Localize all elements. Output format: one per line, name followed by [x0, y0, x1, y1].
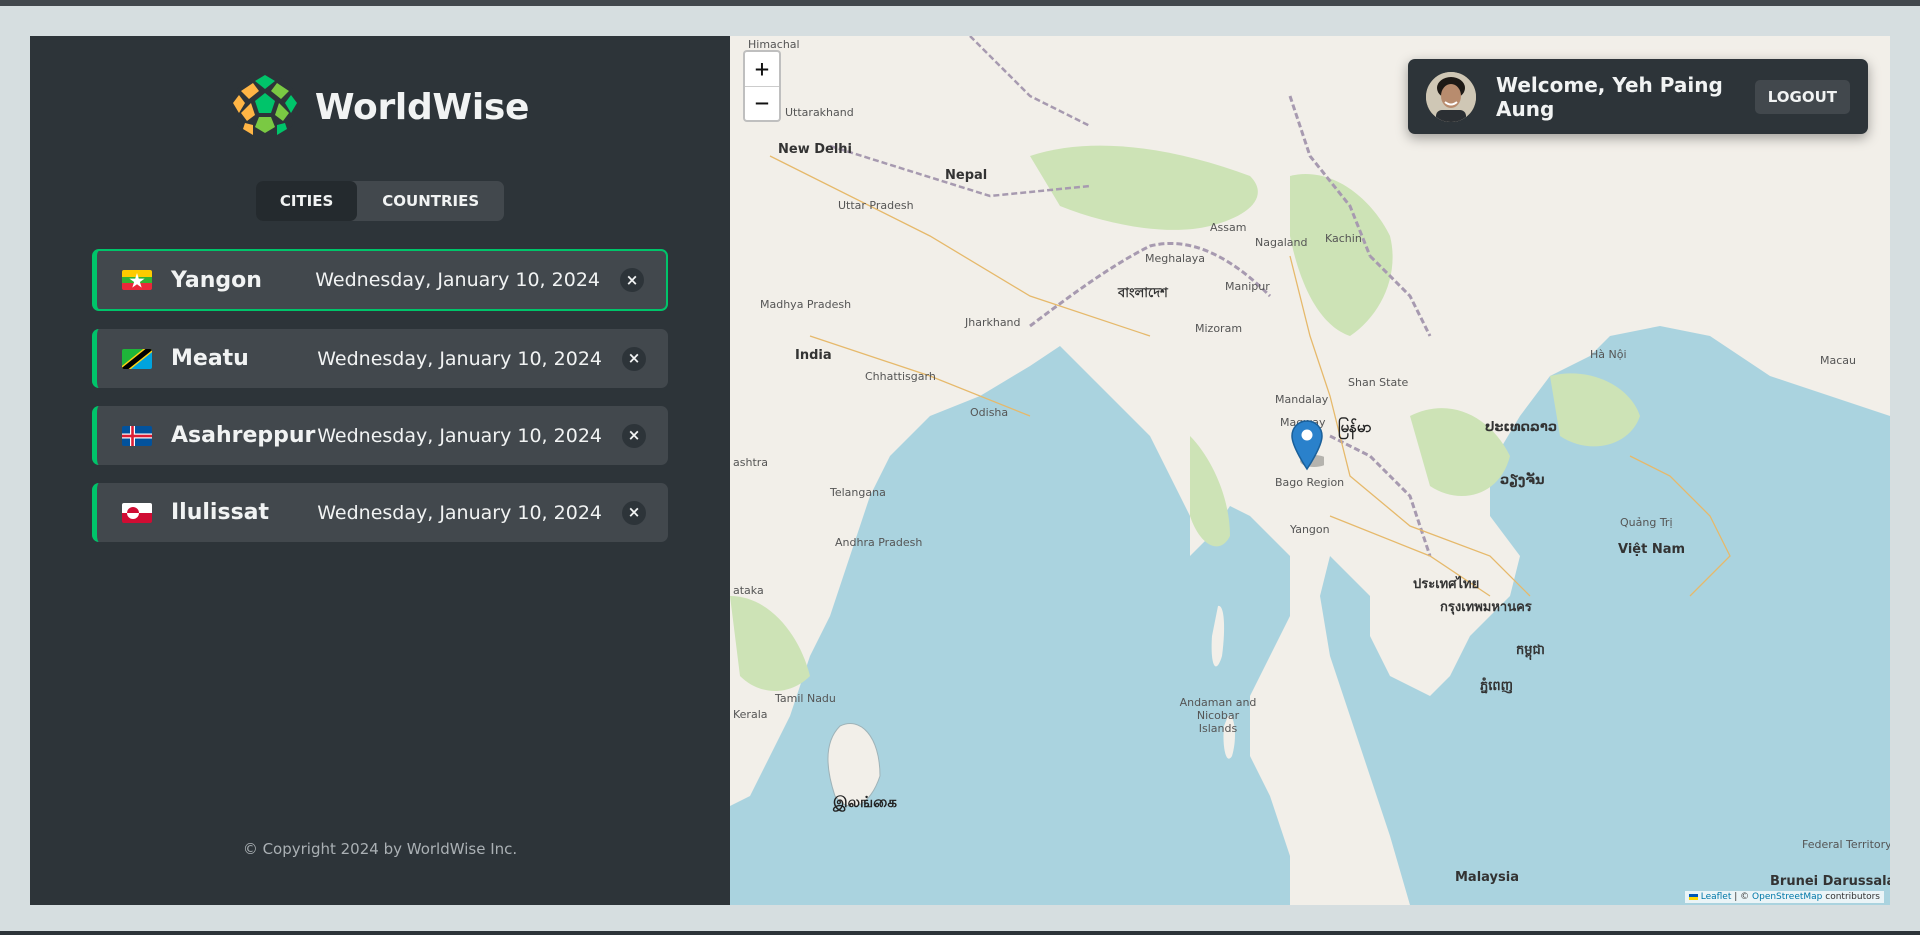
map-label: Jharkhand — [965, 316, 1021, 329]
delete-city-button[interactable]: × — [620, 268, 644, 292]
view-tabs: CITIES COUNTRIES — [255, 181, 505, 221]
user-panel: Welcome, Yeh Paing Aung LOGOUT — [1408, 59, 1868, 134]
map-label: မြန်မာ — [1338, 418, 1372, 436]
map-label: Andhra Pradesh — [835, 536, 923, 549]
city-date: Wednesday, January 10, 2024 — [317, 424, 602, 447]
map-label: Nagaland — [1255, 236, 1308, 249]
location-marker-icon[interactable] — [1290, 419, 1324, 471]
zoom-in-button[interactable]: + — [745, 52, 779, 87]
map-label: ວຽງຈັນ — [1500, 473, 1545, 488]
app-name: WorldWise — [314, 86, 530, 128]
map-container[interactable]: Himachal Uttarakhand New Delhi Nepal Utt… — [730, 36, 1890, 905]
map-label: Brunei Darussalam — [1770, 874, 1890, 889]
tab-countries[interactable]: COUNTRIES — [357, 181, 504, 221]
map-label: Việt Nam — [1618, 542, 1686, 557]
map-attribution: Leaflet | © OpenStreetMap contributors — [1684, 891, 1884, 903]
map-label: ປະເທດລາວ — [1485, 420, 1558, 435]
map-label: Bago Region — [1275, 476, 1345, 489]
map-label: ataka — [733, 584, 764, 597]
city-item-asahreppur[interactable]: Asahreppur Wednesday, January 10, 2024 × — [92, 406, 668, 465]
tanzania-flag-icon — [122, 348, 152, 369]
map-label: Uttar Pradesh — [838, 199, 914, 212]
map-label: Quảng Trị — [1620, 516, 1673, 529]
map-label: ashtra — [733, 456, 769, 469]
zoom-control: + − — [743, 50, 781, 122]
copyright-text: © Copyright 2024 by WorldWise Inc. — [242, 840, 518, 858]
map-label: India — [795, 348, 832, 363]
openstreetmap-link[interactable]: OpenStreetMap — [1752, 892, 1822, 902]
map-label: Shan State — [1348, 376, 1409, 389]
map-label: កម្ពុជា — [1516, 643, 1545, 658]
tab-cities[interactable]: CITIES — [255, 181, 358, 221]
app-layout: WorldWise CITIES COUNTRIES Yangon Wednes… — [30, 36, 1890, 905]
map-label: Nepal — [945, 168, 988, 183]
map-label: ភ្នំពេញ — [1480, 679, 1514, 694]
window-top-border — [0, 0, 1920, 6]
zoom-out-button[interactable]: − — [745, 87, 779, 121]
sidebar: WorldWise CITIES COUNTRIES Yangon Wednes… — [30, 36, 730, 905]
city-name: Asahreppur — [171, 423, 316, 448]
city-date: Wednesday, January 10, 2024 — [317, 501, 602, 524]
map-label: Mizoram — [1195, 322, 1243, 335]
iceland-flag-icon — [122, 425, 152, 446]
city-name: Meatu — [171, 346, 249, 371]
city-name: Yangon — [171, 267, 262, 293]
map-label: Tamil Nadu — [775, 692, 836, 705]
map-label: Uttarakhand — [785, 106, 854, 119]
map-label: Odisha — [970, 406, 1009, 419]
map-label: இலங்கை — [833, 793, 897, 811]
window-bottom-border — [0, 931, 1920, 935]
myanmar-flag-icon — [122, 270, 152, 290]
logout-button[interactable]: LOGOUT — [1754, 79, 1850, 114]
attribution-contributors: contributors — [1822, 892, 1880, 902]
map-label: Chhattisgarh — [865, 370, 936, 383]
greenland-flag-icon — [122, 502, 152, 523]
city-name: Ilulissat — [171, 500, 270, 525]
globe-logo-icon — [231, 74, 298, 140]
city-item-ilulissat[interactable]: Ilulissat Wednesday, January 10, 2024 × — [92, 483, 668, 542]
map-label: Madhya Pradesh — [760, 298, 852, 311]
map-label: Meghalaya — [1145, 252, 1206, 265]
map-label: Kerala — [733, 708, 768, 721]
delete-city-button[interactable]: × — [622, 346, 646, 371]
city-list: Yangon Wednesday, January 10, 2024 × Mea… — [92, 249, 668, 542]
city-item-meatu[interactable]: Meatu Wednesday, January 10, 2024 × — [92, 329, 668, 388]
city-item-yangon[interactable]: Yangon Wednesday, January 10, 2024 × — [92, 249, 668, 311]
map-label: Hà Nội — [1590, 348, 1627, 361]
city-date: Wednesday, January 10, 2024 — [317, 347, 602, 370]
map-label: Manipur — [1225, 280, 1270, 293]
map-label: Telangana — [830, 486, 886, 499]
map-label: Federal Territory — [1802, 838, 1890, 851]
map-label: Mandalay — [1275, 393, 1329, 406]
map-label: বাংলাদেশ — [1118, 286, 1168, 301]
logo[interactable]: WorldWise — [231, 73, 529, 141]
map-label: New Delhi — [778, 142, 853, 157]
welcome-text: Welcome, Yeh Paing Aung — [1496, 72, 1723, 121]
map-label: กรุงเทพมหานคร — [1440, 600, 1532, 615]
map-label: Assam — [1210, 221, 1247, 234]
map-label: Yangon — [1290, 523, 1330, 536]
map-label: Kachin — [1325, 232, 1362, 245]
map-label: Macau — [1820, 354, 1856, 367]
map-label: Malaysia — [1455, 870, 1519, 885]
map-label: ประเทศไทย — [1413, 577, 1480, 592]
leaflet-link[interactable]: Leaflet — [1701, 892, 1732, 902]
ukraine-flag-icon — [1688, 893, 1698, 900]
delete-city-button[interactable]: × — [622, 500, 646, 525]
attribution-separator: | © — [1731, 892, 1753, 902]
delete-city-button[interactable]: × — [622, 423, 646, 448]
user-avatar — [1426, 71, 1476, 122]
map-label: Andaman and Nicobar Islands — [1179, 696, 1257, 735]
city-date: Wednesday, January 10, 2024 — [315, 269, 600, 291]
